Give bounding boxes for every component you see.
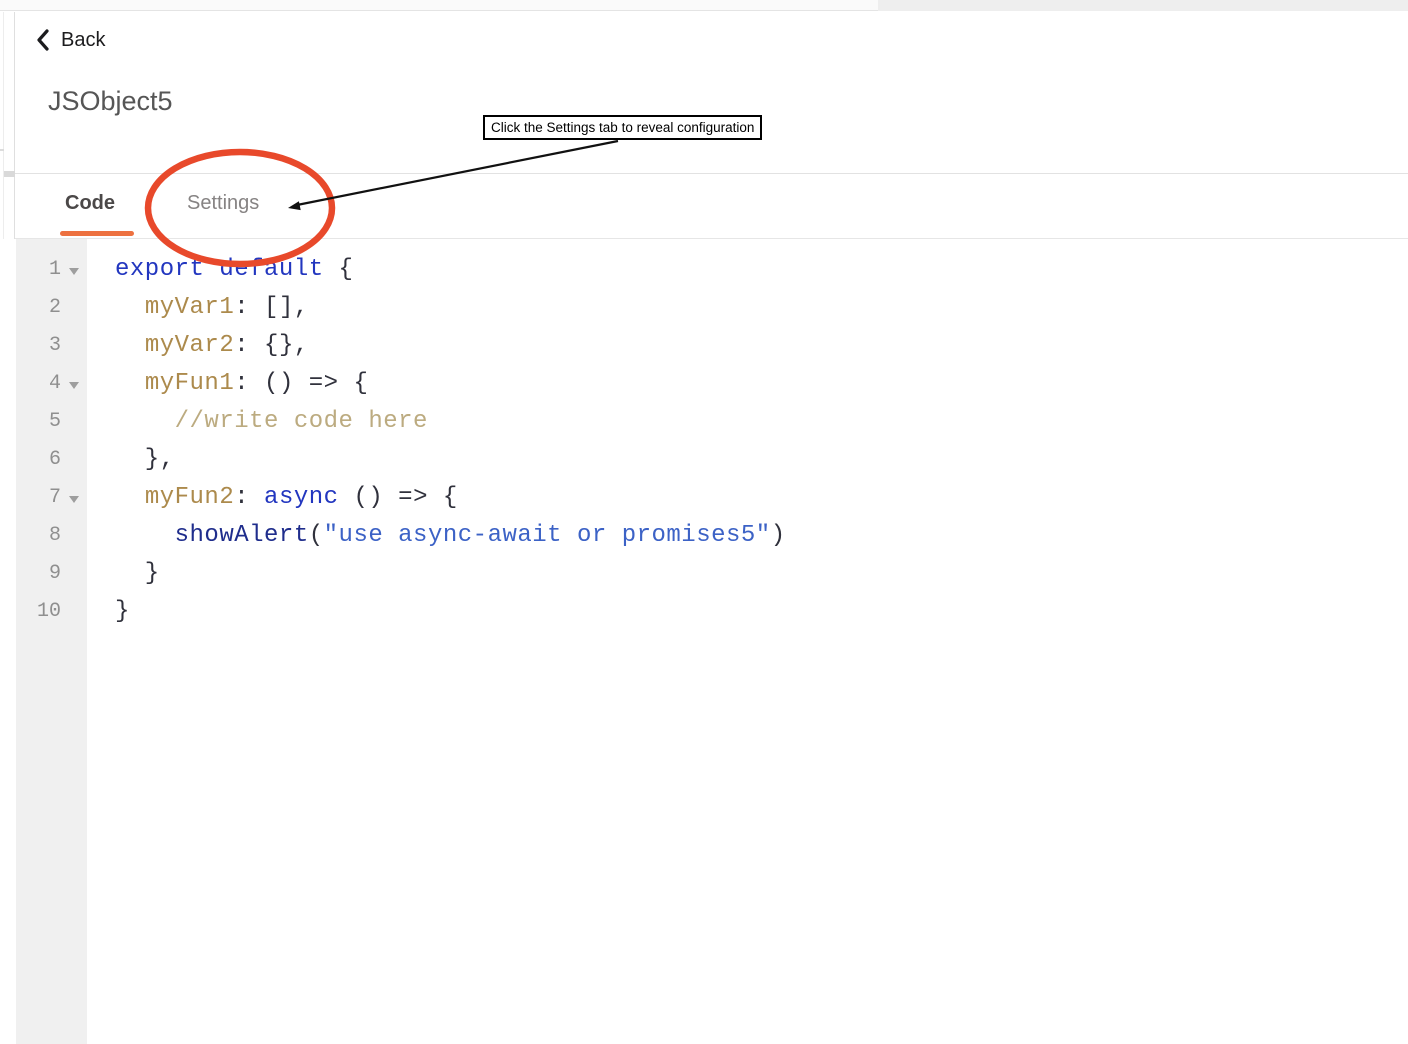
code-text: } — [115, 555, 160, 593]
back-button-label: Back — [61, 29, 105, 52]
code-text: //write code here — [115, 403, 428, 441]
line-number: 3 — [16, 327, 61, 365]
header-divider — [15, 173, 1408, 174]
fold-arrow-icon[interactable] — [69, 496, 79, 503]
annotation-arrowhead — [288, 201, 301, 210]
code-line[interactable]: 3 myVar2: {}, — [0, 327, 1408, 365]
code-line[interactable]: 1 export default { — [0, 251, 1408, 289]
code-text: myFun2: async () => { — [115, 479, 458, 517]
code-line[interactable]: 8 showAlert("use async-await or promises… — [0, 517, 1408, 555]
code-text: } — [115, 593, 130, 631]
code-token: }, — [115, 446, 175, 473]
active-tab-underline — [60, 231, 134, 236]
code-token: "use async-await or promises5" — [324, 522, 771, 549]
code-token: : — [234, 484, 264, 511]
line-number: 1 — [16, 251, 61, 289]
code-line[interactable]: 4 myFun1: () => { — [0, 365, 1408, 403]
code-lines-container: 1export default {2 myVar1: [],3 myVar2: … — [0, 251, 1408, 631]
code-token — [115, 294, 145, 321]
code-token: export default — [115, 256, 324, 283]
code-text: myVar2: {}, — [115, 327, 309, 365]
code-token: showAlert — [175, 522, 309, 549]
code-text: }, — [115, 441, 175, 479]
code-token: myFun1 — [145, 370, 234, 397]
line-number: 9 — [16, 555, 61, 593]
top-bar-right-segment — [878, 0, 1408, 11]
rail-tick — [0, 149, 4, 151]
code-line[interactable]: 5 //write code here — [0, 403, 1408, 441]
back-button[interactable]: Back — [36, 26, 105, 54]
code-token: //write code here — [115, 408, 428, 435]
rail-divider-band — [4, 171, 15, 177]
code-line[interactable]: 9 } — [0, 555, 1408, 593]
line-number: 2 — [16, 289, 61, 327]
code-text: myFun1: () => { — [115, 365, 368, 403]
code-text: myVar1: [], — [115, 289, 309, 327]
code-token: myVar1 — [145, 294, 234, 321]
fold-arrow-icon[interactable] — [69, 268, 79, 275]
line-number: 8 — [16, 517, 61, 555]
code-line[interactable]: 6 }, — [0, 441, 1408, 479]
tab-code[interactable]: Code — [65, 192, 115, 215]
line-number: 5 — [16, 403, 61, 441]
line-number: 10 — [16, 593, 61, 631]
line-number: 4 — [16, 365, 61, 403]
code-token: } — [115, 560, 160, 587]
code-token — [115, 522, 175, 549]
code-line[interactable]: 10} — [0, 593, 1408, 631]
code-text: export default { — [115, 251, 353, 289]
line-number: 6 — [16, 441, 61, 479]
code-token: async — [264, 484, 339, 511]
line-number: 7 — [16, 479, 61, 517]
code-line[interactable]: 7 myFun2: async () => { — [0, 479, 1408, 517]
code-token: myVar2 — [145, 332, 234, 359]
top-bar — [0, 0, 1408, 11]
code-token: { — [324, 256, 354, 283]
code-token: myFun2 — [145, 484, 234, 511]
annotation-tooltip: Click the Settings tab to reveal configu… — [483, 115, 762, 140]
code-token — [115, 370, 145, 397]
js-object-editor-page: Back JSObject5 Code Settings Click the S… — [0, 0, 1408, 1044]
code-token: : () => { — [234, 370, 368, 397]
code-text: showAlert("use async-await or promises5"… — [115, 517, 786, 555]
chevron-left-icon — [36, 29, 50, 51]
code-token: : {}, — [234, 332, 309, 359]
code-token: ( — [309, 522, 324, 549]
code-token: } — [115, 598, 130, 625]
code-token — [115, 484, 145, 511]
code-token — [115, 332, 145, 359]
code-token: () => { — [339, 484, 458, 511]
tab-settings[interactable]: Settings — [187, 192, 259, 215]
code-token: : [], — [234, 294, 309, 321]
code-line[interactable]: 2 myVar1: [], — [0, 289, 1408, 327]
code-editor[interactable]: 1export default {2 myVar1: [],3 myVar2: … — [0, 239, 1408, 1044]
fold-arrow-icon[interactable] — [69, 382, 79, 389]
page-title: JSObject5 — [48, 86, 173, 117]
code-token: ) — [771, 522, 786, 549]
